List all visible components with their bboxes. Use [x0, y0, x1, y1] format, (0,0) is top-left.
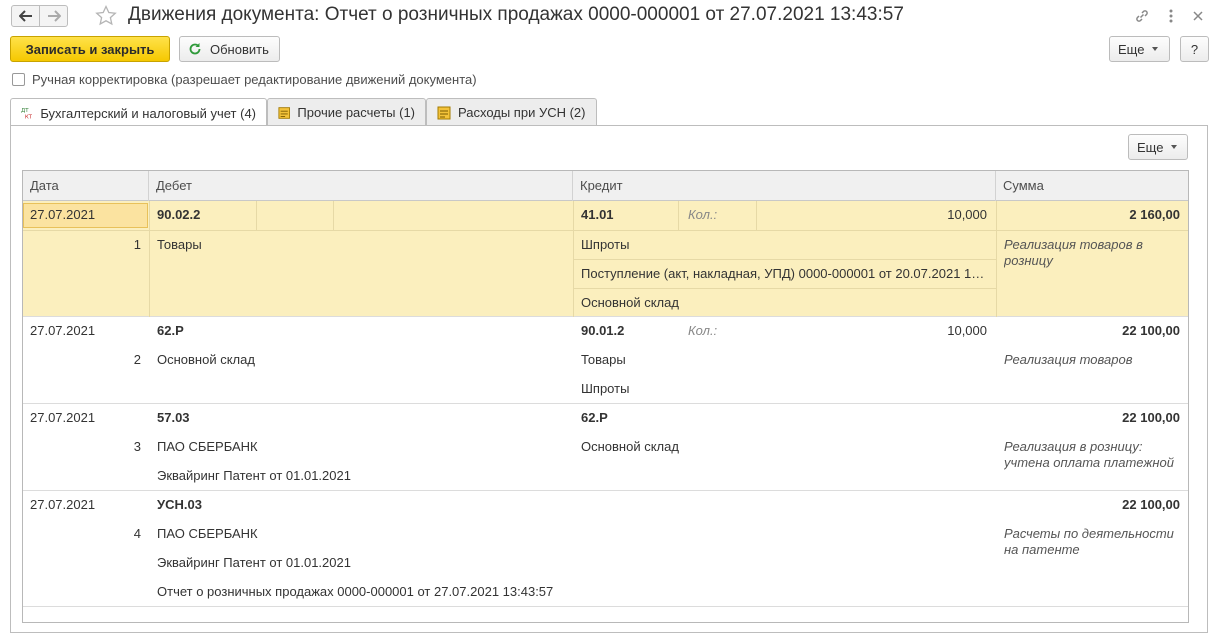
refresh-button[interactable]: Обновить: [179, 36, 280, 62]
row-number: 1: [133, 237, 141, 252]
column-debit[interactable]: Дебет: [149, 171, 573, 201]
register-icon: [437, 106, 451, 119]
debit-credit-icon: ДТКТ: [21, 108, 33, 120]
more-label: Еще: [1137, 139, 1164, 155]
row-amount: 22 100,00: [1122, 410, 1180, 425]
row-amount: 22 100,00: [1122, 323, 1180, 338]
credit-account: 62.Р: [581, 410, 608, 425]
credit-account: 41.01: [581, 207, 614, 222]
favorite-star-icon[interactable]: [94, 4, 118, 28]
credit-subconto: Шпроты: [581, 237, 630, 252]
column-date[interactable]: Дата: [23, 171, 149, 201]
row-comment: Реализация товаров в розницу: [1004, 237, 1143, 268]
debit-account: УСН.03: [157, 497, 202, 512]
forward-button[interactable]: [39, 5, 68, 27]
column-amount[interactable]: Сумма: [996, 171, 1188, 201]
manual-edit-row[interactable]: Ручная корректировка (разрешает редактир…: [12, 72, 477, 87]
credit-qty-label: Кол.:: [688, 207, 718, 222]
manual-edit-checkbox[interactable]: [12, 73, 25, 86]
debit-subconto: Эквайринг Патент от 01.01.2021: [157, 468, 351, 483]
tab-accounting[interactable]: ДТ КТ Бухгалтерский и налоговый учет (4): [10, 98, 267, 127]
table-row[interactable]: 27.07.2021 3 57.03 ПАО СБЕРБАНК Эквайрин…: [23, 404, 1188, 491]
tab-other-payments[interactable]: Прочие расчеты (1): [267, 98, 426, 126]
debit-subconto: Отчет о розничных продажах 0000-000001 о…: [157, 584, 554, 599]
link-icon[interactable]: [1132, 6, 1152, 26]
credit-subconto: Поступление (акт, накладная, УПД) 0000-0…: [581, 266, 989, 281]
row-comment: Расчеты по деятельности на патенте: [1004, 526, 1174, 557]
debit-subconto: ПАО СБЕРБАНК: [157, 439, 258, 454]
close-icon[interactable]: [1188, 6, 1208, 26]
row-amount: 22 100,00: [1122, 497, 1180, 512]
row-comment: Реализация товаров: [1004, 352, 1133, 367]
tab-usn-expenses[interactable]: Расходы при УСН (2): [426, 98, 597, 126]
more-label: Еще: [1118, 41, 1145, 57]
register-icon: [278, 106, 290, 119]
svg-text:КТ: КТ: [25, 114, 33, 120]
save-and-close-button[interactable]: Записать и закрыть: [10, 36, 170, 62]
dropdown-arrow-icon: [1171, 145, 1178, 149]
column-credit[interactable]: Кредит: [573, 171, 996, 201]
debit-subconto: Товары: [157, 237, 202, 252]
credit-subconto: Шпроты: [581, 381, 630, 396]
help-button[interactable]: ?: [1180, 36, 1209, 62]
debit-subconto: Основной склад: [157, 352, 255, 367]
credit-qty-label: Кол.:: [688, 323, 718, 338]
dropdown-arrow-icon: [1152, 47, 1159, 51]
row-date: 27.07.2021: [30, 497, 96, 512]
tab-label: Прочие расчеты (1): [297, 105, 415, 120]
credit-account: 90.01.2: [581, 323, 625, 338]
credit-qty: 10,000: [947, 323, 987, 338]
debit-subconto: Эквайринг Патент от 01.01.2021: [157, 555, 351, 570]
table-row[interactable]: 27.07.2021 2 62.Р Основной склад 90.01.2…: [23, 317, 1188, 404]
row-number: 3: [133, 439, 141, 454]
row-amount: 2 160,00: [1129, 207, 1180, 222]
svg-text:ДТ: ДТ: [21, 108, 29, 114]
entries-table: Дата Дебет Кредит Сумма 27.07.2021 1 90.…: [22, 170, 1189, 623]
back-button[interactable]: [11, 5, 40, 27]
refresh-label: Обновить: [210, 41, 269, 57]
window-title: Движения документа: Отчет о розничных пр…: [128, 4, 904, 25]
debit-subconto: ПАО СБЕРБАНК: [157, 526, 258, 541]
credit-qty: 10,000: [947, 207, 987, 222]
row-number: 2: [133, 352, 141, 367]
debit-account: 62.Р: [157, 323, 184, 338]
tab-label: Бухгалтерский и налоговый учет (4): [40, 105, 256, 121]
tab-label: Расходы при УСН (2): [458, 105, 586, 120]
row-comment: Реализация в розницу: учтена оплата плат…: [1004, 439, 1174, 473]
title-bar: Движения документа: Отчет о розничных пр…: [0, 0, 1212, 32]
credit-subconto: Основной склад: [581, 439, 679, 454]
more-vertical-icon[interactable]: [1161, 6, 1181, 26]
more-button[interactable]: Еще: [1109, 36, 1170, 62]
arrow-left-icon: [18, 10, 32, 22]
row-date: 27.07.2021: [30, 410, 96, 425]
debit-account: 57.03: [157, 410, 190, 425]
panel-more-button[interactable]: Еще: [1128, 134, 1188, 160]
refresh-icon: [189, 43, 201, 55]
arrow-right-icon: [47, 10, 61, 22]
row-number: 4: [133, 526, 141, 541]
manual-edit-label: Ручная корректировка (разрешает редактир…: [32, 72, 477, 87]
row-date: 27.07.2021: [30, 207, 96, 222]
table-row[interactable]: 27.07.2021 1 90.02.2 Товары 41.01 Кол.: …: [23, 201, 1188, 317]
credit-subconto: Основной склад: [581, 295, 679, 310]
table-header: Дата Дебет Кредит Сумма: [23, 171, 1188, 201]
row-date: 27.07.2021: [30, 323, 96, 338]
table-row[interactable]: 27.07.2021 4 УСН.03 ПАО СБЕРБАНК Эквайри…: [23, 491, 1188, 607]
credit-subconto: Товары: [581, 352, 626, 367]
debit-account: 90.02.2: [157, 207, 201, 222]
